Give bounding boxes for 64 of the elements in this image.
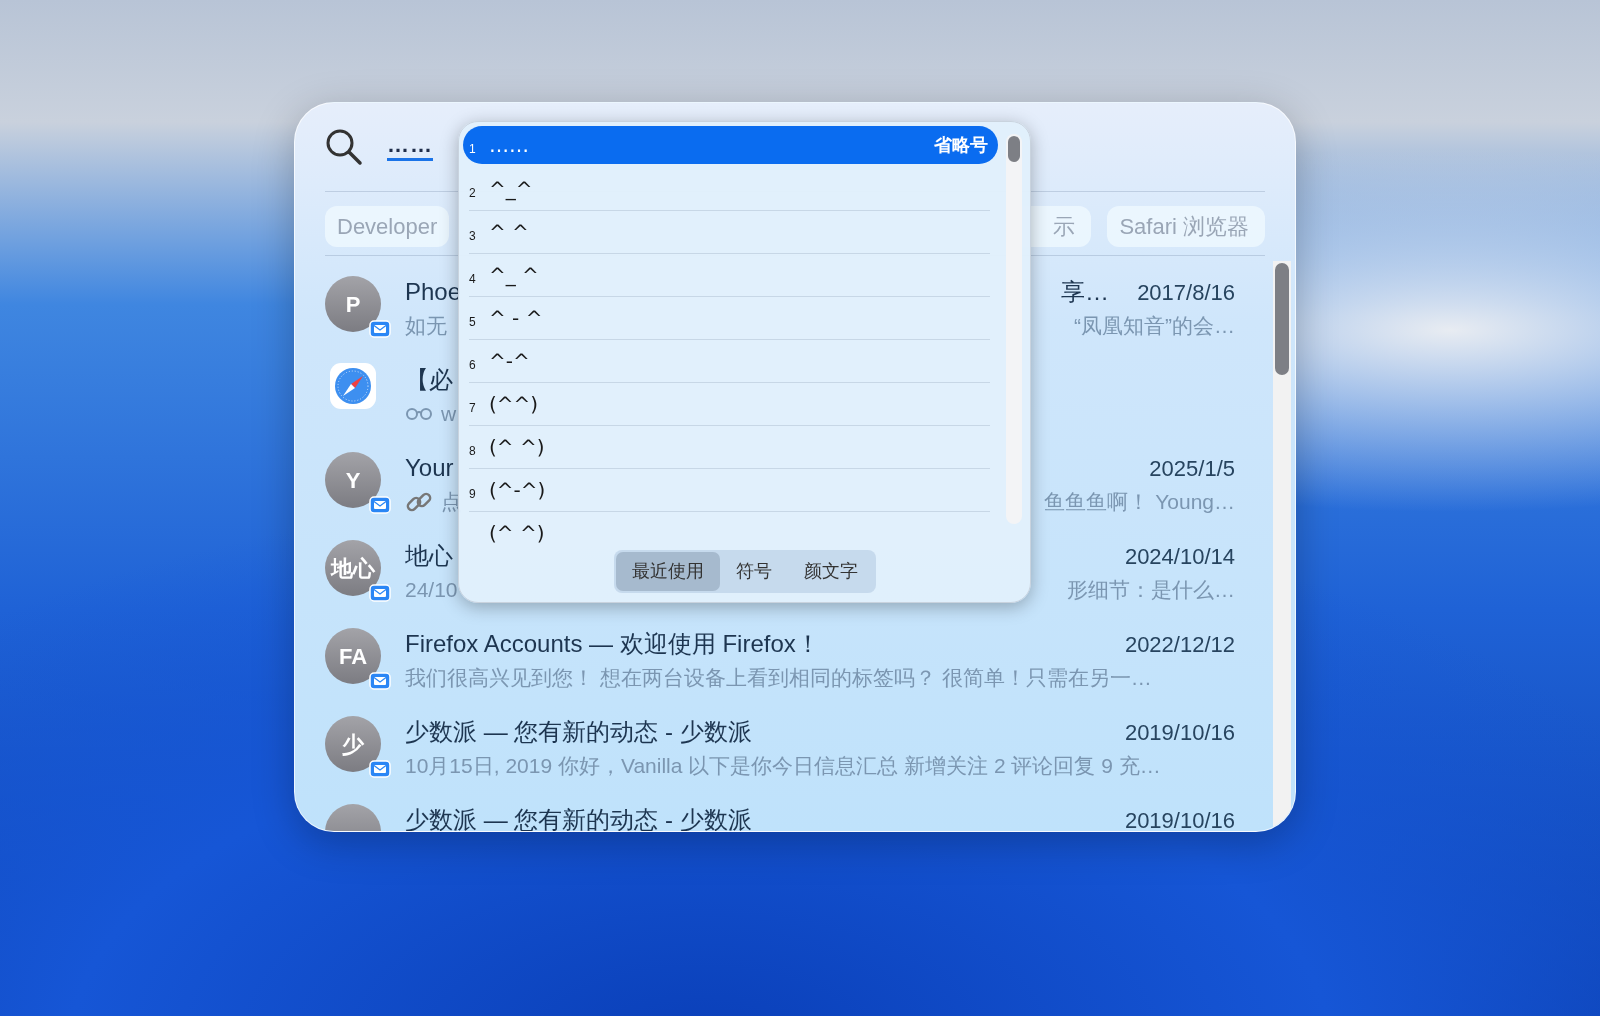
candidate-item[interactable]: 3 ^ ^ — [469, 211, 990, 254]
candidate-item[interactable]: 5 ^ - ^ — [469, 297, 990, 340]
candidate-item[interactable]: 1 …… 省略号 — [463, 126, 998, 164]
candidate-item[interactable]: 4 ^_ ^ — [469, 254, 990, 297]
mail-badge-icon — [369, 760, 391, 778]
candidate-number: 7 — [469, 400, 477, 417]
candidate-number: 4 — [469, 271, 477, 288]
result-title: Your — [405, 453, 454, 483]
result-subtitle: w — [441, 401, 457, 427]
mail-badge-icon — [369, 496, 391, 514]
candidate-text: (^ ^) — [489, 434, 545, 461]
result-date: 2024/10/14 — [1124, 542, 1235, 571]
candidate-text: (^ ^) — [489, 520, 545, 547]
result-title: 少数派 — 您有新的动态 - 少数派 — [405, 717, 752, 747]
candidate-text: ^-^ — [489, 348, 530, 375]
candidate-item[interactable]: 9 (^-^) — [469, 469, 990, 512]
result-date: 2019/10/16 — [1124, 718, 1235, 747]
category-tab[interactable]: 颜文字 — [787, 552, 874, 591]
result-date: 2022/12/12 — [1124, 630, 1235, 659]
mail-badge-icon — [369, 672, 391, 690]
candidate-text: ^_^ — [489, 176, 533, 203]
candidate-number: 1 — [469, 141, 477, 158]
result-subtitle: 24/10 — [405, 577, 458, 603]
candidate-text: ^ ^ — [489, 219, 529, 246]
candidate-text: …… — [489, 132, 529, 159]
candidate-text: (^-^) — [489, 477, 546, 504]
candidate-text: ^ - ^ — [489, 305, 543, 332]
search-query[interactable]: …… — [387, 133, 433, 161]
result-subtitle: 10月15日, 2019 你好，Vanilla 以下是你今日信息汇总 新增关注 2 评论回复 9 充… — [405, 753, 1161, 779]
result-title: 【必 — [405, 365, 453, 395]
candidate-number: 8 — [469, 443, 477, 460]
result-date: 2025/1/5 — [1148, 454, 1235, 483]
category-tab[interactable]: 最近使用 — [615, 552, 720, 591]
candidate-number: 2 — [469, 185, 477, 202]
search-icon — [325, 128, 363, 166]
result-subtitle: 我们很高兴见到您！ 想在两台设备上看到相同的标签吗？ 很简单！只需在另一… — [405, 665, 1152, 691]
result-title: Phoe — [405, 277, 462, 307]
candidate-number: 3 — [469, 228, 477, 245]
candidate-number: 9 — [469, 486, 477, 503]
result-date: 2019/10/16 — [1124, 806, 1235, 831]
result-subtitle: “凤凰知音”的会… — [1074, 313, 1235, 339]
candidate-text: (^^) — [489, 391, 539, 418]
result-subtitle: 鱼鱼鱼啊！ Young… — [1044, 489, 1235, 515]
result-subtitle: 如无 — [405, 313, 447, 339]
mail-badge-icon — [369, 584, 391, 602]
result-date: 2017/8/16 — [1136, 278, 1235, 307]
glasses-icon — [405, 406, 433, 421]
category-tab[interactable]: 符号 — [719, 552, 788, 591]
compass-app-icon — [329, 362, 377, 410]
result-title: 少数派 — 您有新的动态 - 少数派 — [405, 805, 752, 831]
candidate-number: 5 — [469, 314, 477, 331]
result-subtitle: 形细节：是什么… — [1067, 577, 1235, 603]
candidate-item[interactable]: 2 ^_^ — [469, 168, 990, 211]
candidate-item[interactable]: 8 (^ ^) — [469, 426, 990, 469]
result-title: 地心 — [405, 541, 453, 571]
result-title: Firefox Accounts — 欢迎使用 Firefox！ — [405, 629, 820, 659]
candidate-annotation: 省略号 — [934, 133, 988, 157]
candidate-item[interactable]: 7 (^^) — [469, 383, 990, 426]
mail-badge-icon — [369, 320, 391, 338]
candidate-item[interactable]: 6 ^-^ — [469, 340, 990, 383]
result-title: 享… — [1061, 277, 1109, 307]
candidate-number: 6 — [469, 357, 477, 374]
scrollbar-thumb[interactable] — [1275, 263, 1289, 375]
candidate-text: ^_ ^ — [489, 262, 539, 289]
